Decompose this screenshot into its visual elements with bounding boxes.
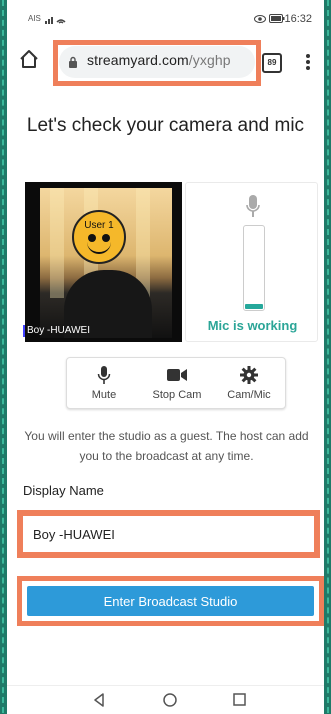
enter-button-highlight-box: Enter Broadcast Studio (17, 576, 324, 626)
overlay-user-label: User 1 (84, 220, 114, 231)
eye-icon (254, 15, 266, 23)
android-nav-bar (7, 685, 324, 714)
cam-mic-label: Cam/Mic (227, 389, 271, 401)
face-mask-overlay: User 1 (72, 210, 126, 264)
phone-screen: AIS 16:32 streamyard.com/yxghp 89 Let's … (7, 0, 324, 714)
tab-count-button[interactable]: 89 (262, 53, 282, 73)
microphone-icon (97, 366, 111, 384)
url-domain: streamyard.com (87, 52, 189, 68)
url-text[interactable]: streamyard.com/yxghp (87, 52, 231, 68)
browser-toolbar: streamyard.com/yxghp 89 (7, 34, 324, 86)
gear-icon (240, 366, 258, 384)
battery-icon (269, 14, 285, 23)
recents-icon[interactable] (233, 693, 246, 706)
home-icon[interactable] (18, 48, 40, 70)
guest-info-text: You will enter the studio as a guest. Th… (24, 429, 309, 463)
status-bar: AIS 16:32 (7, 0, 324, 34)
mic-check-panel: Mic is working (185, 182, 318, 342)
camera-name-label: Boy -HUAWEI (23, 325, 90, 337)
microphone-icon (246, 195, 260, 217)
enter-broadcast-studio-button[interactable]: Enter Broadcast Studio (27, 586, 314, 616)
curtain (50, 188, 64, 298)
mute-label: Mute (91, 389, 117, 401)
camera-preview: User 1 (25, 182, 182, 342)
media-controls: Mute Stop Cam Cam/Mic (66, 357, 286, 409)
cam-mic-settings-button[interactable]: Cam/Mic (217, 358, 281, 408)
home-circle-icon[interactable] (163, 693, 177, 707)
mute-button[interactable]: Mute (71, 358, 137, 408)
clock: 16:32 (284, 13, 312, 25)
display-name-label: Display Name (23, 483, 104, 498)
signal-wifi-icon (45, 17, 66, 24)
video-camera-icon (167, 369, 187, 381)
back-icon[interactable] (93, 693, 105, 707)
stop-cam-label: Stop Cam (152, 389, 202, 401)
smile (87, 240, 111, 254)
mic-level-fill (245, 304, 263, 309)
display-name-highlight-box (17, 510, 320, 558)
carrier-label: AIS (28, 14, 41, 23)
display-name-input[interactable] (23, 516, 314, 552)
mic-status: Mic is working (207, 318, 298, 333)
page-title: Let's check your camera and mic (26, 115, 305, 136)
url-path: /yxghp (188, 52, 231, 68)
more-menu-icon[interactable] (298, 52, 318, 72)
stop-cam-button[interactable]: Stop Cam (141, 358, 213, 408)
lock-icon (69, 56, 77, 68)
mic-level-meter (243, 225, 265, 311)
